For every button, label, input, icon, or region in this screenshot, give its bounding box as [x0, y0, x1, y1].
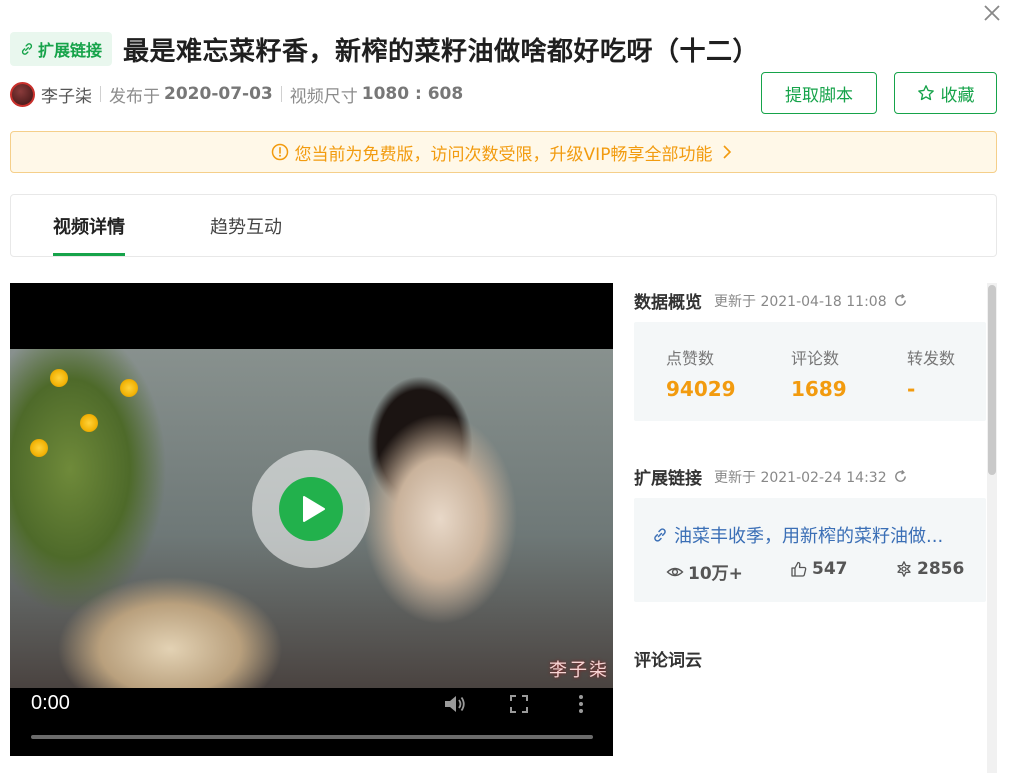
play-icon [303, 496, 325, 522]
close-button[interactable] [981, 2, 1003, 24]
link-likes: 547 [790, 559, 848, 579]
tab-video-details[interactable]: 视频详情 [53, 195, 125, 256]
info-icon [271, 143, 288, 161]
overview-stats-card: 点赞数 94029 评论数 1689 转发数 - [634, 322, 986, 421]
video-watermark: 李子柒 [549, 660, 609, 681]
divider [100, 86, 101, 102]
volume-button[interactable] [442, 691, 468, 717]
stat-comments: 评论数 1689 [791, 345, 847, 401]
link-likes-value: 547 [812, 559, 848, 579]
stat-likes-label: 点赞数 [666, 349, 715, 368]
overview-title: 数据概览 [634, 293, 702, 313]
chevron-right-icon [723, 145, 732, 159]
link-views-value: 10万+ [688, 564, 743, 584]
overview-updated: 更新于 2021-04-18 11:08 [714, 293, 887, 310]
more-vertical-icon [579, 695, 583, 713]
volume-icon [445, 696, 465, 712]
overview-header: 数据概览 更新于 2021-04-18 11:08 [634, 288, 908, 313]
stat-shares: 转发数 - [907, 345, 955, 401]
vip-notice-banner[interactable]: 您当前为免费版，访问次数受限，升级VIP畅享全部功能 [10, 131, 997, 173]
word-cloud-header: 评论词云 [634, 646, 702, 671]
right-panel-scrollbar[interactable] [987, 283, 997, 773]
thumbs-up-icon [791, 561, 807, 577]
page-header: 扩展链接 最是难忘菜籽香，新榨的菜籽油做啥都好吃呀（十二） [10, 31, 759, 67]
video-player[interactable]: 李子柒 0:00 [10, 283, 613, 756]
frame-detail [50, 369, 68, 387]
size-label: 视频尺寸 [289, 86, 358, 107]
tab-video-details-label: 视频详情 [53, 216, 125, 238]
extended-link-text: 油菜丰收季，用新榨的菜籽油做... [674, 526, 944, 547]
author-name[interactable]: 李子柒 [41, 82, 92, 107]
star-icon [917, 85, 934, 101]
stat-likes-value: 94029 [666, 377, 736, 401]
stat-comments-label: 评论数 [791, 349, 840, 368]
favorite-label: 收藏 [940, 85, 975, 106]
tab-bar: 视频详情 趋势互动 [10, 194, 997, 257]
overview-refresh-button[interactable] [893, 293, 908, 308]
avatar[interactable] [10, 81, 35, 107]
extended-link-tag[interactable]: 扩展链接 [10, 32, 113, 66]
link-icon [654, 528, 666, 542]
stat-shares-value: - [907, 377, 916, 401]
refresh-icon [894, 293, 906, 306]
extended-links-title: 扩展链接 [634, 469, 702, 489]
fullscreen-button[interactable] [506, 691, 532, 717]
stat-likes: 点赞数 94029 [666, 345, 736, 401]
tab-trend-interaction[interactable]: 趋势互动 [210, 195, 282, 256]
word-cloud-title: 评论词云 [634, 651, 702, 671]
progress-bar[interactable] [31, 735, 593, 739]
stat-shares-label: 转发数 [907, 349, 956, 368]
tab-trend-interaction-label: 趋势互动 [210, 216, 282, 238]
divider [280, 86, 282, 102]
favorite-button[interactable]: 收藏 [894, 72, 997, 114]
share-icon [897, 561, 911, 577]
extended-links-refresh-button[interactable] [893, 469, 908, 484]
extended-links-header: 扩展链接 更新于 2021-02-24 14:32 [634, 464, 908, 489]
play-button-core [279, 477, 343, 541]
fullscreen-icon [510, 695, 528, 713]
published-label: 发布于 [109, 86, 160, 107]
vip-notice-text: 您当前为免费版，访问次数受限，升级VIP畅享全部功能 [294, 144, 713, 165]
scrollbar-thumb[interactable] [988, 285, 996, 475]
stat-comments-value: 1689 [791, 377, 847, 401]
frame-detail [80, 414, 98, 432]
close-icon [984, 5, 1000, 21]
extract-script-button[interactable]: 提取脚本 [761, 72, 877, 114]
extended-link-item[interactable]: 油菜丰收季，用新榨的菜籽油做... [652, 522, 943, 548]
frame-detail [120, 379, 138, 397]
extended-links-updated: 更新于 2021-02-24 14:32 [714, 469, 887, 486]
size-value: 1080 : 608 [361, 84, 464, 104]
link-icon [21, 43, 33, 55]
page-title: 最是难忘菜籽香，新榨的菜籽油做啥都好吃呀（十二） [123, 36, 760, 67]
eye-icon [666, 567, 684, 576]
refresh-icon [894, 469, 906, 482]
extended-link-card: 油菜丰收季，用新榨的菜籽油做... 10万+ 547 2856 [634, 498, 986, 602]
published-date: 2020-07-03 [164, 84, 273, 104]
right-panel: 数据概览 更新于 2021-04-18 11:08 点赞数 94029 评论数 … [634, 283, 986, 773]
link-views: 10万+ [666, 559, 743, 584]
link-shares: 2856 [895, 559, 964, 579]
extract-script-label: 提取脚本 [785, 85, 853, 106]
frame-detail [30, 439, 48, 457]
tag-label: 扩展链接 [38, 41, 103, 60]
video-meta: 李子柒 发布于 2020-07-03 视频尺寸 1080 : 608 [10, 80, 463, 108]
play-button[interactable] [252, 450, 370, 568]
more-options-button[interactable] [568, 691, 594, 717]
current-time: 0:00 [31, 692, 70, 714]
link-shares-value: 2856 [917, 559, 965, 579]
